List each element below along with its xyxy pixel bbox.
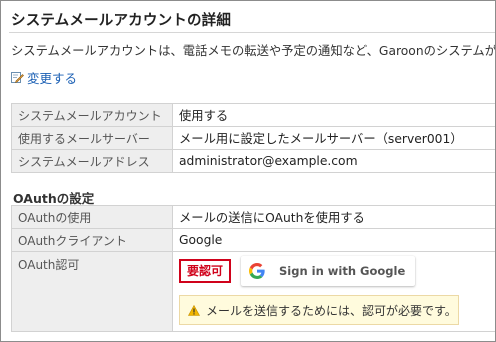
row-label: システムメールアカウント — [11, 103, 173, 127]
row-label: OAuthの使用 — [11, 205, 173, 229]
row-value: 使用する — [172, 103, 495, 127]
row-value: メールの送信にOAuthを使用する — [172, 205, 495, 229]
table-row: OAuthクライアント Google — [11, 228, 495, 252]
row-value: Google — [172, 228, 495, 252]
table-row: 使用するメールサーバー メール用に設定したメールサーバー（server001） — [11, 126, 495, 150]
row-label: OAuth認可 — [11, 251, 173, 332]
row-label: システムメールアドレス — [11, 149, 173, 173]
auth-required-badge: 要認可 — [179, 259, 232, 283]
google-button-label[interactable]: Sign in with Google — [279, 264, 405, 278]
row-value: メール用に設定したメールサーバー（server001） — [172, 126, 495, 150]
google-g-icon — [249, 263, 265, 279]
auth-controls: 要認可 Sign in with Google — [179, 256, 490, 286]
table-row: OAuthの使用 メールの送信にOAuthを使用する — [11, 205, 495, 229]
warning-icon — [187, 304, 201, 316]
auth-warning-box: メールを送信するためには、認可が必要です。 — [179, 295, 459, 325]
page-title: システムメールアカウントの詳細 — [11, 13, 232, 29]
account-settings-table: システムメールアカウント 使用する 使用するメールサーバー メール用に設定したメ… — [11, 103, 495, 173]
table-row: システムメールアドレス administrator@example.com — [11, 149, 495, 173]
warning-message: メールを送信するためには、認可が必要です。 — [206, 303, 457, 318]
row-label: OAuthクライアント — [11, 228, 173, 252]
window-frame: システムメールアカウントの詳細 システムメールアカウントは、電話メモの転送や予定… — [0, 0, 496, 342]
edit-link-label[interactable]: 変更する — [27, 68, 77, 87]
title-divider — [9, 32, 495, 33]
page-description: システムメールアカウントは、電話メモの転送や予定の通知など、Garoonのシステ… — [11, 44, 496, 58]
edit-link[interactable]: 変更する — [11, 68, 77, 87]
google-sign-in-button[interactable]: Sign in with Google — [241, 256, 416, 286]
oauth-settings-table: OAuthの使用 メールの送信にOAuthを使用する OAuthクライアント G… — [11, 205, 495, 332]
edit-icon — [11, 71, 24, 84]
row-value: administrator@example.com — [172, 149, 495, 173]
oauth-auth-cell: 要認可 Sign in with Google メールを送信するためには、認可が… — [172, 251, 495, 332]
row-label: 使用するメールサーバー — [11, 126, 173, 150]
table-row: OAuth認可 要認可 Sign in with Google メールを送信する… — [11, 251, 495, 332]
table-row: システムメールアカウント 使用する — [11, 103, 495, 127]
